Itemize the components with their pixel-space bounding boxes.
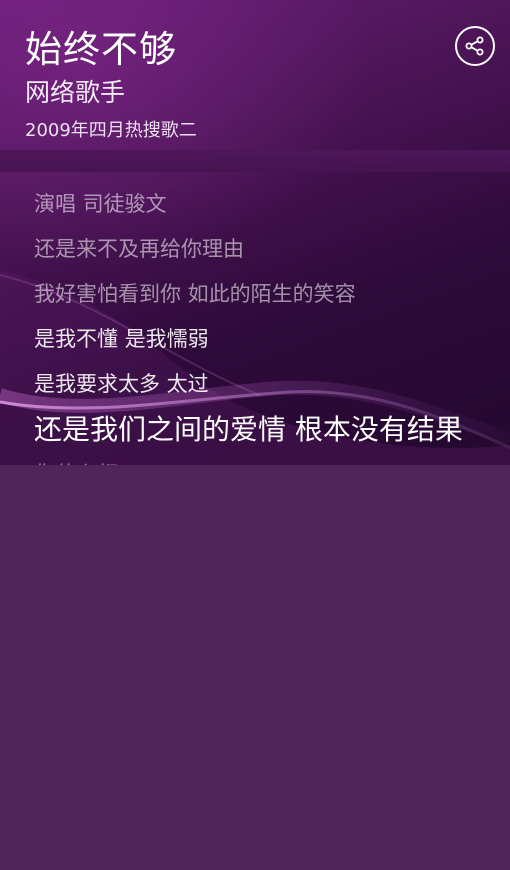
share-icon bbox=[465, 36, 484, 56]
lyric-line: 还是来不及再给你理由 bbox=[34, 237, 244, 261]
current-lyric-line: 还是我们之间的爱情 根本没有结果 bbox=[34, 413, 463, 446]
player-header: 始终不够 网络歌手 2009年四月热搜歌二 演唱 司徒骏文 还是来不及再给你理由… bbox=[0, 0, 510, 465]
share-button[interactable] bbox=[455, 26, 495, 66]
lyrics-list[interactable]: 演唱 司徒骏文 还是来不及再给你理由 我好害怕看到你 如此的陌生的笑容 是我不懂… bbox=[34, 182, 504, 465]
lyrics-fade-top bbox=[0, 150, 510, 178]
song-title: 始终不够 bbox=[25, 28, 177, 71]
lyric-line: 你什么都 bbox=[34, 452, 504, 465]
lyric-line: 是我要求太多 太过 bbox=[34, 372, 209, 396]
album-name: 2009年四月热搜歌二 bbox=[25, 120, 197, 141]
lyric-line: 演唱 司徒骏文 bbox=[34, 192, 167, 216]
fade-overlay bbox=[0, 150, 510, 172]
artist-name: 网络歌手 bbox=[25, 78, 126, 107]
lyric-line: 我好害怕看到你 如此的陌生的笑容 bbox=[34, 282, 356, 306]
lower-panel bbox=[0, 465, 510, 870]
lyric-line: 是我不懂 是我懦弱 bbox=[34, 327, 209, 351]
